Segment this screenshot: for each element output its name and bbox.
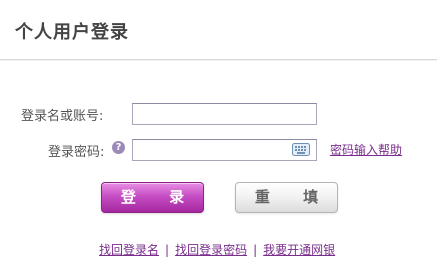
- login-button[interactable]: 登 录: [101, 182, 204, 213]
- recover-username-link[interactable]: 找回登录名: [99, 243, 159, 257]
- reset-button[interactable]: 重 填: [235, 182, 338, 213]
- password-input[interactable]: [132, 139, 317, 161]
- link-separator: |: [165, 243, 170, 257]
- bottom-links: 找回登录名 | 找回登录密码 | 我要开通网银: [99, 241, 335, 258]
- username-input[interactable]: [132, 103, 317, 125]
- title-divider: [0, 59, 437, 61]
- help-icon[interactable]: ?: [112, 141, 125, 154]
- password-help-link[interactable]: 密码输入帮助: [330, 141, 402, 158]
- password-label: 登录密码:: [48, 145, 105, 160]
- recover-password-link[interactable]: 找回登录密码: [175, 243, 247, 257]
- username-label: 登录名或账号:: [21, 109, 104, 124]
- open-netbank-link[interactable]: 我要开通网银: [263, 243, 335, 257]
- keyboard-icon[interactable]: [292, 143, 310, 156]
- page-title: 个人用户登录: [15, 22, 129, 43]
- link-separator: |: [253, 243, 258, 257]
